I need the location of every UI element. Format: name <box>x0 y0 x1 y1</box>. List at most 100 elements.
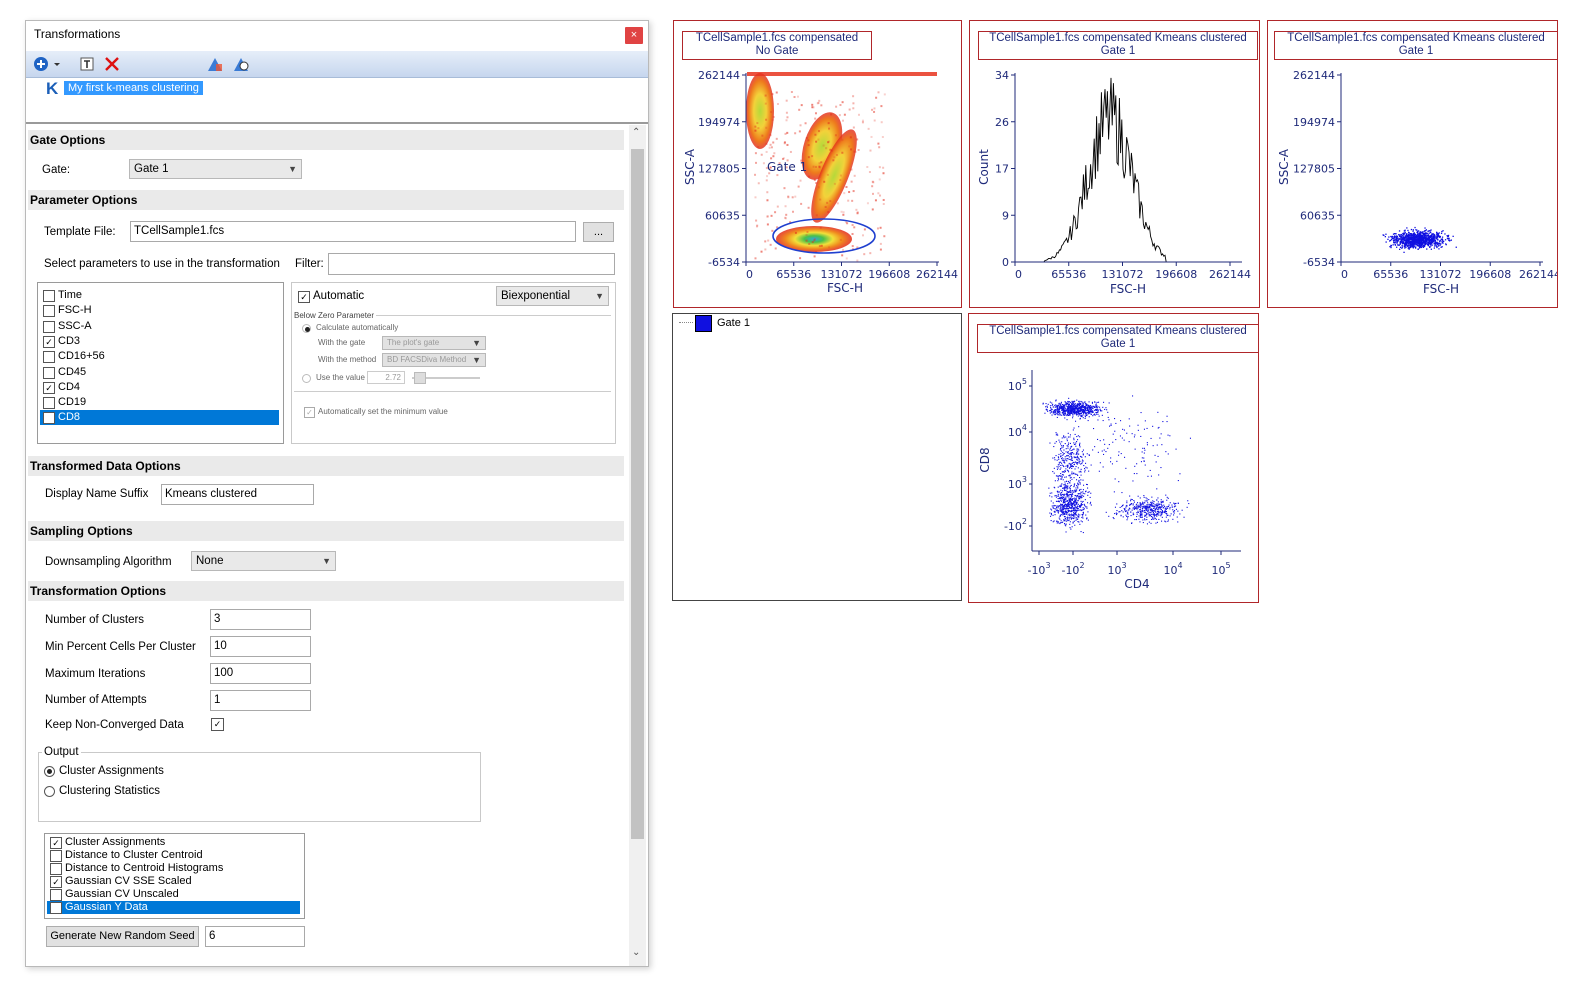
event-dot <box>1073 477 1075 479</box>
output-item[interactable]: Distance to Centroid Histograms <box>47 862 300 875</box>
event-dot <box>1058 461 1060 463</box>
output-checkbox[interactable] <box>50 862 62 875</box>
chart-export-icon[interactable] <box>206 55 224 73</box>
browse-button[interactable]: ... <box>583 222 614 242</box>
gate-select[interactable]: Gate 1 ▼ <box>129 159 302 179</box>
dropdown-arrow-icon[interactable] <box>52 55 62 73</box>
parameter-checkbox[interactable]: ✓ <box>43 335 55 348</box>
event-dot <box>1067 405 1069 407</box>
parameter-item[interactable]: ✓ CD8 <box>40 410 279 426</box>
add-icon[interactable] <box>32 55 50 73</box>
clustering-statistics-radio[interactable] <box>44 786 55 797</box>
use-value-radio[interactable] <box>302 374 311 383</box>
parameter-checkbox[interactable] <box>43 351 55 364</box>
event-dot <box>1416 229 1418 231</box>
clustering-statistics-label: Clustering Statistics <box>59 785 160 797</box>
event-dot <box>1073 442 1075 444</box>
legend-gate-label[interactable]: Gate 1 <box>717 317 750 329</box>
output-checkbox[interactable] <box>50 849 62 862</box>
event-dot <box>1067 444 1069 446</box>
clusters-input[interactable]: 3 <box>210 609 311 630</box>
slider-handle[interactable] <box>414 372 426 384</box>
parameter-checkbox[interactable] <box>43 397 55 410</box>
event-dot <box>811 241 814 244</box>
parameter-checkbox[interactable]: ✓ <box>43 381 55 394</box>
event-dot <box>1169 502 1171 504</box>
scale-select[interactable]: Biexponential ▼ <box>496 286 609 306</box>
min-percent-input[interactable]: 10 <box>210 636 311 657</box>
generate-seed-button[interactable]: Generate New Random Seed <box>46 926 199 947</box>
max-iterations-input[interactable]: 100 <box>210 663 311 684</box>
event-dot <box>1062 521 1064 523</box>
plot-count-vs-fsc[interactable]: TCellSample1.fcs compensated Kmeans clus… <box>969 20 1260 308</box>
vertical-scrollbar[interactable]: ⌃ ⌄ <box>629 125 646 966</box>
keep-non-converged-checkbox[interactable]: ✓ <box>211 718 224 731</box>
parameter-item[interactable]: SSC-A <box>40 319 279 334</box>
scrollbar-thumb[interactable] <box>631 149 644 839</box>
output-item[interactable]: ✓ Cluster Assignments <box>47 836 300 849</box>
automatic-checkbox[interactable]: ✓ <box>298 291 310 303</box>
attempts-input[interactable]: 1 <box>210 690 311 711</box>
auto-min-checkbox[interactable]: ✓ <box>304 407 315 418</box>
plot-ssc-vs-fsc-nogate[interactable]: TCellSample1.fcs compensated No Gate Gate… <box>673 20 962 308</box>
event-dot <box>1391 237 1393 239</box>
template-file-input[interactable]: TCellSample1.fcs <box>130 221 576 242</box>
output-item[interactable]: ✓ Gaussian CV SSE Scaled <box>47 875 300 888</box>
parameter-item[interactable]: CD16+56 <box>40 349 279 364</box>
chart-preview-icon[interactable] <box>232 55 250 73</box>
event-dot <box>1077 482 1079 484</box>
parameter-item[interactable]: Time <box>40 288 279 303</box>
parameter-item[interactable]: CD19 <box>40 395 279 410</box>
parameter-checkbox[interactable] <box>43 366 55 379</box>
close-button[interactable]: × <box>625 27 643 44</box>
event-dot <box>1077 499 1079 501</box>
output-checkbox[interactable]: ✓ <box>50 901 62 914</box>
output-checkbox[interactable] <box>50 888 62 901</box>
parameter-item[interactable]: ✓ CD4 <box>40 380 279 395</box>
with-gate-select[interactable]: The plot's gate ▼ <box>382 336 486 350</box>
output-checkbox[interactable]: ✓ <box>50 837 62 849</box>
scroll-down-icon[interactable]: ⌄ <box>632 947 640 958</box>
event-dot <box>1406 245 1409 247</box>
filter-input[interactable] <box>328 253 615 275</box>
suffix-input[interactable]: Kmeans clustered <box>161 484 314 505</box>
parameter-checkbox[interactable] <box>43 290 55 302</box>
event-dot <box>774 247 777 250</box>
output-item[interactable]: Distance to Cluster Centroid <box>47 849 300 862</box>
seed-input[interactable]: 6 <box>205 926 305 947</box>
scroll-up-icon[interactable]: ⌃ <box>632 127 640 138</box>
output-item[interactable]: Gaussian CV Unscaled <box>47 888 300 901</box>
y-tick-label: 26 <box>995 116 1009 129</box>
calc-auto-radio[interactable] <box>302 324 311 333</box>
event-dot <box>1142 501 1144 503</box>
parameter-item[interactable]: FSC-H <box>40 303 279 318</box>
cluster-assignments-radio[interactable] <box>44 766 55 777</box>
event-dot <box>1392 239 1395 241</box>
downsampling-select[interactable]: None ▼ <box>191 551 336 571</box>
plot-ssc-vs-fsc-gate1[interactable]: TCellSample1.fcs compensated Kmeans clus… <box>1267 20 1558 308</box>
x-axis-label: FSC-H <box>827 281 863 295</box>
parameter-checkbox[interactable] <box>43 305 55 318</box>
tree-item-kmeans[interactable]: My first k-means clustering <box>64 81 203 95</box>
event-dot <box>1075 503 1077 505</box>
parameter-item[interactable]: ✓ CD3 <box>40 334 279 349</box>
parameter-checkbox[interactable] <box>43 320 55 333</box>
x-axis-label: FSC-H <box>1423 282 1459 296</box>
delete-icon[interactable] <box>103 55 121 73</box>
output-item[interactable]: ✓ Gaussian Y Data <box>47 900 300 914</box>
parameter-item[interactable]: CD45 <box>40 365 279 380</box>
event-dot <box>1102 466 1104 468</box>
event-dot <box>1071 457 1073 459</box>
plot-cd8-vs-cd4[interactable]: TCellSample1.fcs compensated Kmeans clus… <box>968 313 1259 603</box>
event-dot <box>765 142 768 145</box>
text-format-icon[interactable] <box>78 55 96 73</box>
use-value-input[interactable]: 2.72 <box>367 371 405 384</box>
event-dot <box>1093 409 1095 411</box>
output-checkbox[interactable]: ✓ <box>50 875 62 888</box>
event-dot <box>1086 484 1088 486</box>
with-method-select[interactable]: BD FACSDiva Method ▼ <box>382 353 486 367</box>
gate-color-swatch[interactable] <box>695 315 712 332</box>
parameter-checkbox[interactable]: ✓ <box>43 412 55 425</box>
x-tick-label: 196608 <box>1469 268 1511 281</box>
event-dot <box>1069 447 1071 449</box>
